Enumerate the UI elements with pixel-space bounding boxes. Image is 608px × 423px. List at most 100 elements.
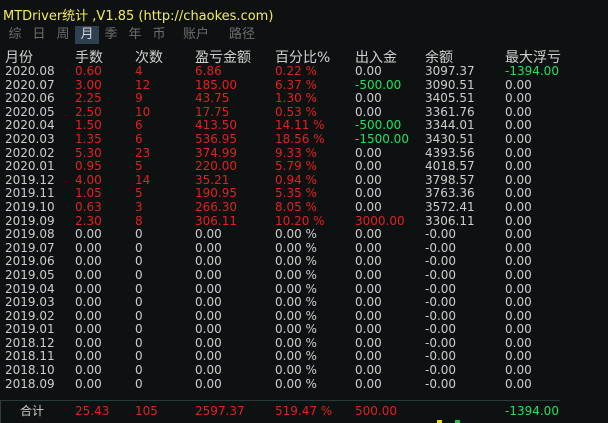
tab-day[interactable]: 日 (27, 26, 51, 44)
pct-cell: 0.00 % (275, 227, 317, 242)
balance-cell: 3405.51 (425, 91, 475, 106)
total-row: 合计 25.43 105 2597.37 519.47 % 500.00 -13… (0, 403, 560, 419)
pct-cell: 0.94 % (275, 172, 317, 187)
io-cell: 0.00 (355, 159, 382, 174)
month-cell: 2020.04 (5, 118, 55, 133)
pnl-cell: 0.00 (195, 376, 222, 391)
pnl-cell: 185.00 (195, 77, 237, 92)
pct-cell: 14.11 % (275, 118, 325, 133)
tab-quarter[interactable]: 季 (99, 26, 123, 44)
month-cell: 2020.05 (5, 104, 55, 119)
io-cell: 0.00 (355, 186, 382, 201)
pnl-cell: 0.00 (195, 349, 222, 364)
month-cell: 2019.08 (5, 227, 55, 242)
io-cell: 0.00 (355, 267, 382, 282)
drawdown-cell: 0.00 (505, 363, 532, 378)
table-row: 2019.10 0.63 3 266.30 8.05 % 0.00 3572.41 0.00 (0, 199, 560, 215)
month-cell: 2020.08 (5, 64, 55, 78)
month-cell: 2020.02 (5, 145, 55, 160)
pnl-cell: 220.00 (195, 159, 237, 174)
tab-overview[interactable]: 综 (3, 26, 27, 44)
balance-cell: 3097.37 (425, 64, 475, 78)
tab-account[interactable]: 账户 (175, 26, 217, 44)
lots-cell: 1.35 (75, 131, 102, 146)
pnl-cell: 0.00 (195, 322, 222, 337)
total-separator (0, 400, 560, 401)
month-cell: 2019.04 (5, 281, 55, 296)
table-row: 2019.05 0.00 0 0.00 0.00 % 0.00 -0.00 0.00 (0, 267, 560, 283)
pnl-cell: 0.00 (195, 363, 222, 378)
trades-cell: 9 (135, 91, 143, 106)
pct-cell: 0.00 % (275, 295, 317, 310)
total-label: 合计 (20, 404, 45, 418)
balance-cell: -0.00 (425, 335, 457, 350)
tab-month[interactable]: 月 (75, 26, 99, 44)
total-pct: 519.47 % (275, 404, 333, 418)
tab-week[interactable]: 周 (51, 26, 75, 44)
month-cell: 2019.09 (5, 213, 55, 228)
drawdown-cell: 0.00 (505, 295, 532, 310)
table-row: 2020.07 3.00 12 185.00 6.37 % -500.00 3090.51 0… (0, 77, 560, 93)
pct-cell: 0.00 % (275, 322, 317, 337)
pct-cell: 0.00 % (275, 363, 317, 378)
trades-cell: 12 (135, 77, 151, 92)
trades-cell: 6 (135, 131, 143, 146)
drawdown-cell: 0.00 (505, 118, 532, 133)
drawdown-cell: 0.00 (505, 349, 532, 364)
total-pnl: 2597.37 (195, 404, 245, 418)
pct-cell: 6.37 % (275, 77, 317, 92)
period-tabs: 综 日 周 月 季 年 币 账户 路径 (3, 26, 263, 44)
table-row: 2019.09 2.30 8 306.11 10.20 % 3000.00 3306.11 0… (0, 213, 560, 229)
lots-cell: 0.00 (75, 322, 102, 337)
total-io: 500.00 (355, 404, 397, 418)
drawdown-cell: 0.00 (505, 172, 532, 187)
tab-year[interactable]: 年 (123, 26, 147, 44)
trades-cell: 0 (135, 295, 143, 310)
pnl-cell: 0.00 (195, 281, 222, 296)
table-row: 2019.02 0.00 0 0.00 0.00 % 0.00 -0.00 0.00 (0, 308, 560, 324)
table-row: 2018.11 0.00 0 0.00 0.00 % 0.00 -0.00 0.00 (0, 350, 560, 364)
table-row: 2019.04 0.00 0 0.00 0.00 % 0.00 -0.00 0.00 (0, 281, 560, 297)
tab-path[interactable]: 路径 (221, 26, 263, 44)
io-cell: 0.00 (355, 335, 382, 350)
table-row: 2020.01 0.95 5 220.00 5.79 % 0.00 4018.57 0.00 (0, 160, 560, 174)
trades-cell: 5 (135, 186, 143, 201)
table-row: 2018.09 0.00 0 0.00 0.00 % 0.00 -0.00 0.00 (0, 376, 560, 392)
month-cell: 2018.09 (5, 376, 55, 391)
trades-cell: 0 (135, 281, 143, 296)
pct-cell: 10.20 % (275, 213, 325, 228)
drawdown-cell: 0.00 (505, 281, 532, 296)
drawdown-cell: 0.00 (505, 254, 532, 269)
io-cell: -500.00 (355, 118, 402, 133)
month-cell: 2019.05 (5, 267, 55, 282)
lots-cell: 0.00 (75, 227, 102, 242)
drawdown-cell: 0.00 (505, 186, 532, 201)
pnl-cell: 6.86 (195, 64, 222, 78)
pct-cell: 0.53 % (275, 104, 317, 119)
month-cell: 2020.06 (5, 91, 55, 106)
balance-cell: 4393.56 (425, 145, 475, 160)
trades-cell: 14 (135, 172, 151, 187)
month-cell: 2020.01 (5, 159, 55, 174)
balance-cell: 3090.51 (425, 77, 475, 92)
table-row: 2019.11 1.05 5 190.95 5.35 % 0.00 3763.36 0.00 (0, 187, 560, 201)
balance-cell: -0.00 (425, 363, 457, 378)
drawdown-cell: -1394.00 (505, 64, 559, 78)
balance-cell: 3763.36 (425, 186, 475, 201)
io-cell: 0.00 (355, 227, 382, 242)
io-cell: 0.00 (355, 295, 382, 310)
drawdown-cell: 0.00 (505, 308, 532, 323)
pnl-cell: 0.00 (195, 308, 222, 323)
drawdown-cell: 0.00 (505, 77, 532, 92)
lots-cell: 0.63 (75, 199, 102, 214)
drawdown-cell: 0.00 (505, 376, 532, 391)
month-cell: 2018.11 (5, 349, 55, 364)
pct-cell: 0.00 % (275, 376, 317, 391)
balance-cell: -0.00 (425, 281, 457, 296)
pct-cell: 5.79 % (275, 159, 317, 174)
trades-cell: 0 (135, 240, 143, 255)
pnl-cell: 0.00 (195, 240, 222, 255)
lots-cell: 5.30 (75, 145, 102, 160)
pct-cell: 0.00 % (275, 254, 317, 269)
tab-currency[interactable]: 币 (147, 26, 171, 44)
